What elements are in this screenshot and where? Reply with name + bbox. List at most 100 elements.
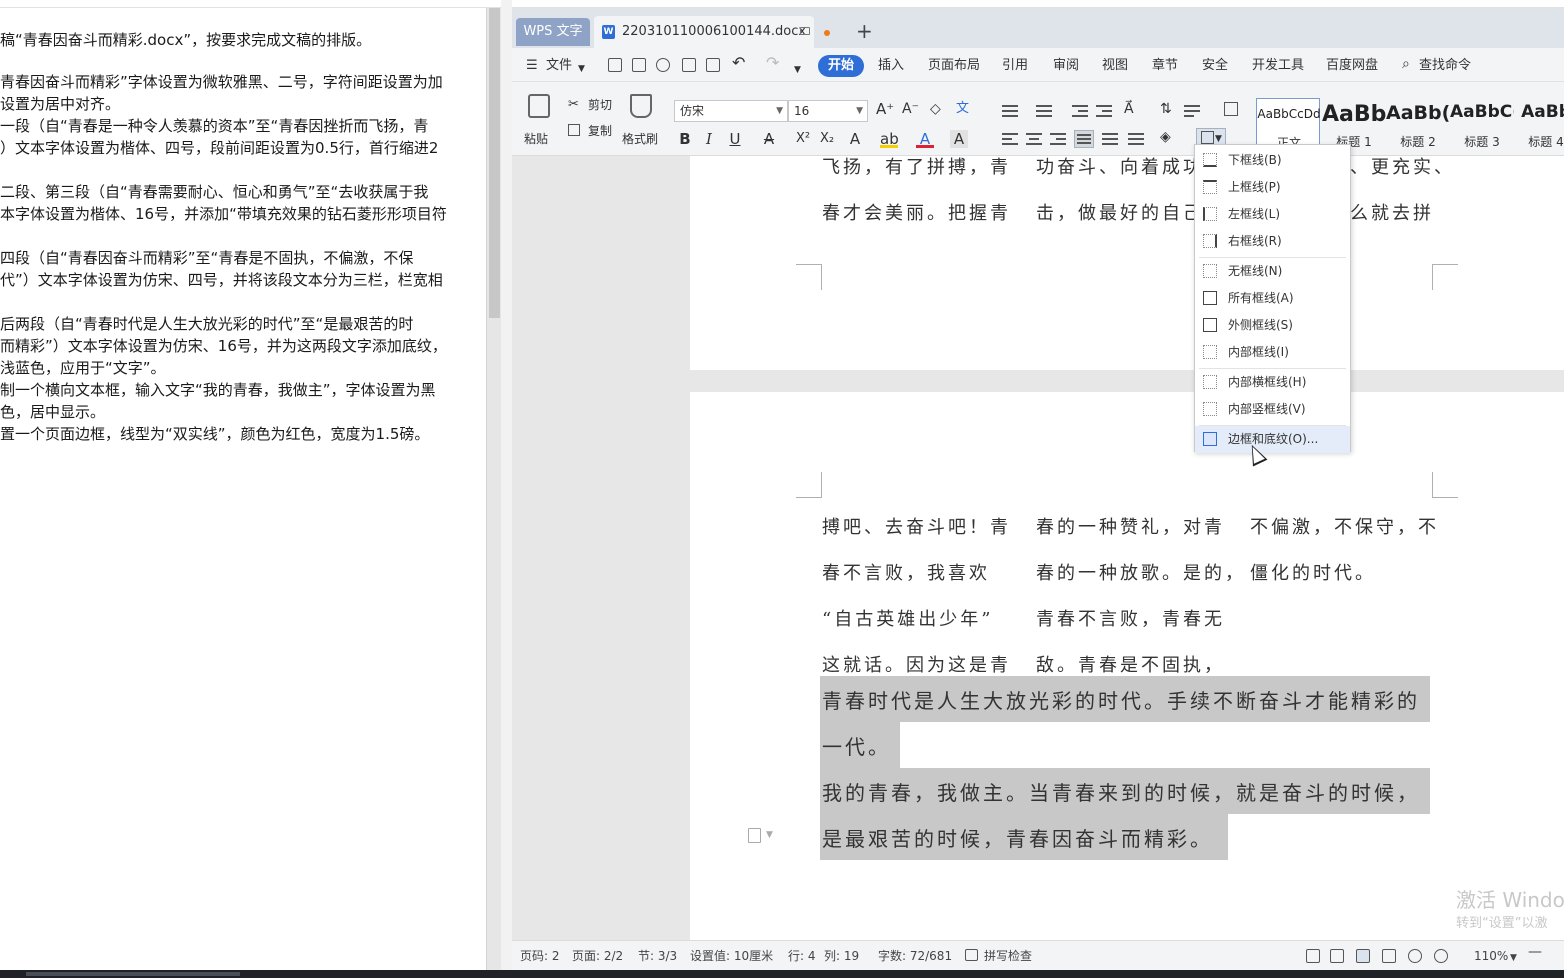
menu-insert[interactable]: 插入 (878, 57, 904, 75)
menu-outside-borders[interactable]: 外侧框线(S) (1195, 312, 1350, 339)
paragraph-handle-icon[interactable] (748, 828, 761, 843)
menu-chapter[interactable]: 章节 (1152, 57, 1178, 75)
status-page-number[interactable]: 页码: 2 (520, 949, 560, 963)
italic-icon[interactable]: I (700, 130, 718, 148)
zoom-out-icon[interactable]: — (1528, 945, 1542, 959)
sort-icon[interactable]: ⇅ (1160, 102, 1172, 116)
document-canvas[interactable]: 飞扬，有了拼搏，青 春才会美丽。把握青 功奋斗、向着成功 击，做最好的自己 、更… (512, 156, 1564, 940)
menu-right-border[interactable]: 右框线(R) (1195, 228, 1350, 255)
align-right-icon[interactable] (1050, 132, 1066, 146)
zoom-level[interactable]: 110% (1474, 949, 1508, 963)
menu-all-borders[interactable]: 所有框线(A) (1195, 285, 1350, 312)
spell-check-icon[interactable] (965, 949, 978, 961)
menu-inside-horizontal-border[interactable]: 内部横框线(H) (1195, 369, 1350, 396)
reading-mode-icon[interactable] (1330, 949, 1344, 963)
style-heading-3[interactable]: AaBbC( 标题 3 (1450, 98, 1514, 149)
fullscreen-icon[interactable] (1306, 949, 1320, 963)
menu-inside-borders[interactable]: 内部框线(I) (1195, 339, 1350, 366)
text-direction-icon[interactable]: A⃗ (1124, 102, 1134, 116)
menu-review[interactable]: 审阅 (1053, 57, 1079, 75)
status-setting-value[interactable]: 设置值: 10厘米 (690, 949, 773, 963)
customize-chevron-icon[interactable]: ▼ (794, 61, 801, 79)
new-tab-button[interactable]: + (856, 20, 873, 42)
align-left-icon[interactable] (1002, 132, 1018, 146)
taskbar-item[interactable] (26, 972, 240, 976)
menu-left-border[interactable]: 左框线(L) (1195, 201, 1350, 228)
cut-button[interactable]: 剪切 (588, 98, 612, 112)
status-row[interactable]: 行: 4 (788, 949, 816, 963)
print-icon[interactable] (682, 58, 696, 72)
subscript-icon[interactable]: X₂ (818, 130, 836, 148)
outline-view-icon[interactable] (1382, 949, 1396, 963)
superscript-icon[interactable]: X² (794, 130, 812, 148)
chevron-down-icon[interactable]: ▼ (1510, 951, 1517, 965)
paste-icon[interactable] (528, 94, 550, 118)
increase-indent-icon[interactable] (1096, 104, 1112, 118)
style-normal[interactable]: AaBbCcDd 正文 (1256, 98, 1321, 150)
menu-bottom-border[interactable]: 下框线(B) (1195, 147, 1350, 174)
strikethrough-icon[interactable]: A (760, 130, 778, 148)
table-grid-icon[interactable] (1224, 102, 1238, 116)
format-painter-button[interactable]: 格式刷 (622, 132, 658, 146)
style-heading-1[interactable]: AaBb 标题 1 (1322, 98, 1386, 149)
page-view-icon[interactable] (1356, 949, 1370, 963)
eye-protection-icon[interactable] (1434, 949, 1448, 963)
paragraph-mark-icon[interactable] (1184, 104, 1200, 118)
status-column[interactable]: 列: 19 (824, 949, 859, 963)
grow-font-icon[interactable]: A⁺ (876, 102, 894, 117)
chevron-down-icon[interactable]: ▼ (578, 60, 585, 78)
undo-icon[interactable]: ↶ (732, 54, 745, 72)
paste-label[interactable]: 粘贴 (524, 132, 548, 146)
menu-references[interactable]: 引用 (1002, 57, 1028, 75)
highlight-icon[interactable]: ab (880, 130, 899, 148)
menu-borders-and-shading[interactable]: 边框和底纹(O)... (1195, 426, 1350, 453)
menu-view[interactable]: 视图 (1102, 57, 1128, 75)
menu-icon[interactable]: ☰ (526, 57, 538, 75)
font-color-icon[interactable]: A (916, 130, 934, 148)
format-painter-icon[interactable] (630, 94, 652, 118)
text-effect-icon[interactable]: A (846, 130, 864, 148)
menu-file[interactable]: 文件 (546, 57, 572, 75)
scroll-thumb[interactable] (489, 8, 500, 318)
save-icon[interactable] (632, 58, 646, 72)
tab-wps-writer[interactable]: WPS 文字 (516, 18, 590, 46)
cut-icon[interactable]: ✂ (568, 98, 579, 112)
print-preview-icon[interactable] (706, 58, 720, 72)
share-icon[interactable] (656, 58, 670, 72)
menu-developer[interactable]: 开发工具 (1252, 57, 1304, 75)
copy-icon[interactable] (568, 124, 580, 136)
menu-baidu-disk[interactable]: 百度网盘 (1326, 57, 1378, 75)
menu-security[interactable]: 安全 (1202, 57, 1228, 75)
font-size-select[interactable]: 16 ▼ (788, 100, 868, 122)
menu-no-border[interactable]: 无框线(N) (1195, 258, 1350, 285)
status-word-count[interactable]: 字数: 72/681 (878, 949, 952, 963)
underline-icon[interactable]: U (726, 130, 744, 148)
redo-icon[interactable]: ↷ (766, 54, 779, 72)
style-heading-2[interactable]: AaBb( 标题 2 (1386, 98, 1450, 149)
clear-format-icon[interactable]: ◇ (930, 102, 941, 116)
style-heading-4[interactable]: AaBb 标题 4 (1514, 98, 1564, 148)
menu-page-layout[interactable]: 页面布局 (928, 57, 980, 75)
chevron-down-icon[interactable]: ▼ (766, 830, 773, 840)
instruction-scrollbar[interactable] (486, 8, 501, 970)
web-view-icon[interactable] (1408, 949, 1422, 963)
menu-inside-vertical-border[interactable]: 内部竖框线(V) (1195, 396, 1350, 423)
status-spell-check[interactable]: 拼写检查 (984, 949, 1032, 963)
bold-icon[interactable]: B (676, 130, 694, 148)
line-spacing-icon[interactable] (1128, 132, 1144, 146)
monitor-icon[interactable] (800, 27, 810, 35)
shrink-font-icon[interactable]: A⁻ (902, 102, 919, 116)
menu-home[interactable]: 开始 (818, 55, 865, 77)
status-pages[interactable]: 页面: 2/2 (572, 949, 623, 963)
shading-icon[interactable]: ◈ (1160, 130, 1171, 144)
decrease-indent-icon[interactable] (1072, 104, 1088, 118)
menu-top-border[interactable]: 上框线(P) (1195, 174, 1350, 201)
tab-document[interactable]: W 220310110006100144.docx (594, 16, 830, 48)
justify-icon[interactable] (1074, 130, 1094, 148)
bullet-list-icon[interactable] (1002, 104, 1018, 118)
status-section[interactable]: 节: 3/3 (638, 949, 677, 963)
search-command[interactable]: 查找命令 (1419, 57, 1471, 75)
char-shading-icon[interactable]: A (950, 130, 968, 148)
search-icon[interactable]: ⌕ (1402, 55, 1410, 73)
copy-button[interactable]: 复制 (588, 124, 612, 138)
